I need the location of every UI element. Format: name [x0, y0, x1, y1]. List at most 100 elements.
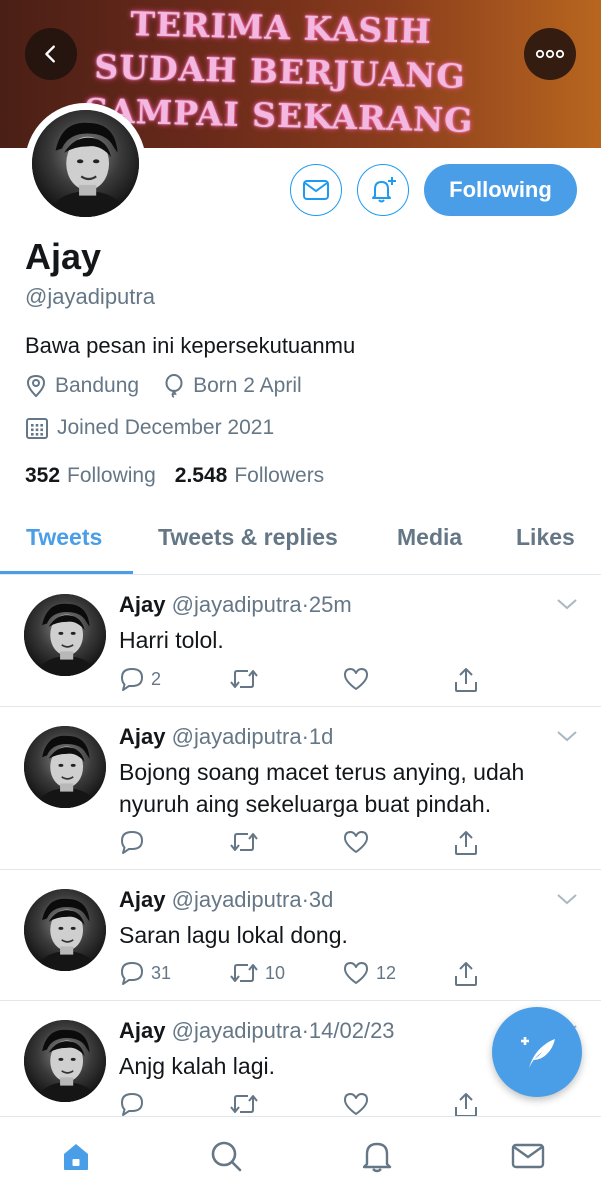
like-button[interactable] [342, 1091, 376, 1117]
tweet-menu-button[interactable] [556, 729, 578, 748]
tweet[interactable]: Ajay @jayadiputra·1d Bojong soang macet t… [0, 707, 601, 870]
tweet-header: Ajay @jayadiputra·25m [119, 592, 352, 618]
tweet-text: Bojong soang macet terus anying, udah ny… [119, 759, 525, 817]
reply-count: 2 [151, 668, 162, 689]
messages-icon [511, 1143, 545, 1169]
tweet-actions [119, 829, 499, 859]
tweet-time: 14/02/23 [308, 1018, 395, 1043]
tweet[interactable]: Ajay @jayadiputra·3d Saran lagu lokal don… [0, 870, 601, 1001]
tab-media[interactable]: Media [397, 524, 462, 551]
retweet-icon [230, 964, 258, 982]
heart-icon [344, 831, 368, 853]
tweet-menu-button[interactable] [556, 892, 578, 911]
chevron-down-icon [557, 894, 577, 905]
avatar-image [24, 726, 106, 808]
avatar-image [24, 889, 106, 971]
avatar-image [24, 1020, 106, 1102]
tweet-avatar[interactable] [24, 889, 106, 971]
reply-icon [121, 831, 143, 854]
joined-row: Joined December 2021 [25, 416, 298, 440]
like-button[interactable]: 12 [342, 960, 396, 986]
profile-tabs: Tweets Tweets & replies Media Likes [0, 518, 601, 575]
tweet-separator: · [301, 724, 309, 749]
bell-plus-icon [372, 177, 396, 203]
share-icon [455, 962, 477, 986]
followers-label: Followers [234, 464, 325, 487]
retweet-button[interactable]: 10 [229, 960, 285, 986]
tweet-author-handle[interactable]: @jayadiputra [172, 887, 302, 912]
retweet-button[interactable] [229, 1091, 265, 1117]
follow-stats: 352 Following 2.548 Followers [25, 464, 343, 488]
retweet-button[interactable] [229, 666, 265, 692]
tweet-author-name[interactable]: Ajay [119, 887, 165, 912]
tweet-actions: 31 10 12 [119, 960, 499, 990]
reply-button[interactable]: 2 [119, 666, 161, 692]
share-icon [455, 831, 477, 855]
share-button[interactable] [453, 1091, 479, 1119]
like-button[interactable] [342, 666, 376, 692]
tweet-menu-button[interactable] [556, 597, 578, 616]
share-icon [455, 668, 477, 692]
tweet-avatar[interactable] [24, 726, 106, 808]
tab-likes[interactable]: Likes [516, 524, 575, 551]
followers-stat[interactable]: 2.548 Followers [175, 464, 324, 488]
joined-text: Joined December 2021 [57, 416, 275, 439]
share-button[interactable] [453, 666, 479, 694]
balloon-icon [165, 374, 183, 398]
like-count: 12 [376, 962, 397, 983]
share-button[interactable] [453, 829, 479, 857]
chevron-down-icon [557, 731, 577, 742]
active-tab-indicator [0, 571, 133, 574]
reply-button[interactable]: 31 [119, 960, 171, 986]
profile-handle: @jayadiputra [25, 284, 155, 309]
profile-bio: Bawa pesan ini kepersekutuanmu [25, 333, 356, 358]
back-button[interactable] [25, 28, 77, 80]
location: Bandung [25, 374, 139, 398]
notify-button[interactable] [357, 164, 409, 216]
tweet-avatar[interactable] [24, 1020, 106, 1102]
profile-name: Ajay [25, 236, 102, 277]
share-button[interactable] [453, 960, 479, 988]
reply-icon [121, 962, 143, 985]
nav-notifications[interactable] [357, 1136, 397, 1176]
heart-icon [344, 962, 368, 984]
nav-messages[interactable] [508, 1136, 548, 1176]
joined-date: Joined December 2021 [25, 416, 274, 440]
compose-tweet-button[interactable] [492, 1007, 582, 1097]
following-stat[interactable]: 352 Following [25, 464, 156, 488]
reply-button[interactable] [119, 829, 151, 855]
message-button[interactable] [290, 164, 342, 216]
nav-home[interactable] [56, 1136, 96, 1176]
nav-search[interactable] [206, 1136, 246, 1176]
birthday: Born 2 April [163, 374, 302, 398]
tweet-author-name[interactable]: Ajay [119, 724, 165, 749]
retweet-icon [230, 833, 258, 851]
more-options-button[interactable] [524, 28, 576, 80]
tweet-author-handle[interactable]: @jayadiputra [172, 1018, 302, 1043]
tab-tweets-replies[interactable]: Tweets & replies [158, 524, 338, 551]
profile-avatar[interactable] [25, 103, 146, 224]
following-label: Following [67, 464, 156, 487]
like-button[interactable] [342, 829, 376, 855]
tweet-avatar[interactable] [24, 594, 106, 676]
share-icon [455, 1093, 477, 1117]
retweet-button[interactable] [229, 829, 265, 855]
chevron-down-icon [557, 599, 577, 610]
tweet-author-handle[interactable]: @jayadiputra [172, 592, 302, 617]
heart-icon [344, 668, 368, 690]
tweet-text: Harri tolol. [119, 627, 224, 653]
tweet-header: Ajay @jayadiputra·3d [119, 887, 333, 913]
following-button[interactable]: Following [424, 164, 577, 216]
reply-icon [121, 1093, 143, 1116]
tweet-author-name[interactable]: Ajay [119, 592, 165, 617]
tweet[interactable]: Ajay @jayadiputra·25m Harri tolol. 2 [0, 575, 601, 707]
tweet-text: Saran lagu lokal dong. [119, 922, 348, 948]
tweet-author-name[interactable]: Ajay [119, 1018, 165, 1043]
tweet-time: 25m [308, 592, 352, 617]
tab-tweets[interactable]: Tweets [26, 524, 102, 551]
calendar-icon [26, 418, 48, 439]
reply-button[interactable] [119, 1091, 151, 1117]
tweet-author-handle[interactable]: @jayadiputra [172, 724, 302, 749]
retweet-icon [230, 670, 258, 688]
avatar-image [32, 110, 139, 217]
